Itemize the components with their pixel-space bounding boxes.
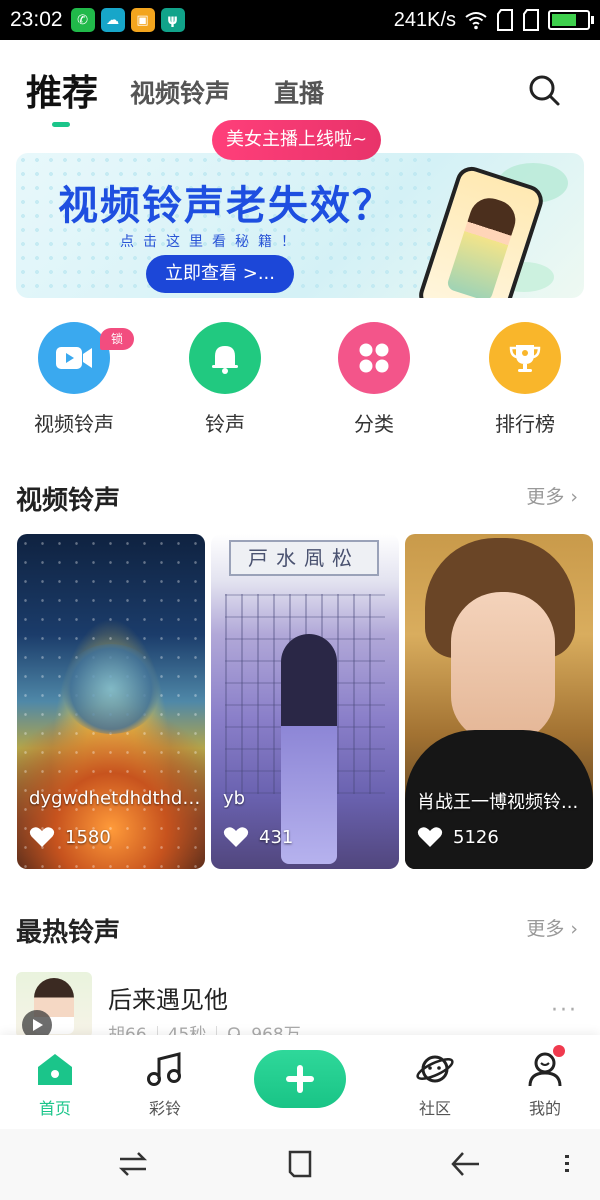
video-section-more-link[interactable]: 更多 › xyxy=(526,482,578,509)
video-card[interactable]: 戸水凮松 yb 431 xyxy=(211,534,399,869)
song-name: 后来遇见他 xyxy=(108,986,228,1014)
category-row: 视频铃声 锁屏壁纸 铃声 分类 排行榜 xyxy=(0,322,600,452)
wechat-icon: ✆ xyxy=(70,8,95,32)
video-card-title: 肖战王一博视频铃... xyxy=(417,792,579,813)
bottom-nav: 首页 彩铃 社区 我的 xyxy=(0,1035,600,1129)
banner-cta-button[interactable]: 立即查看 >... xyxy=(146,255,294,293)
song-row[interactable]: 后来遇见他 胡66 45秒 968万 ··· xyxy=(16,972,584,1045)
network-speed: 241K/s xyxy=(393,8,456,31)
category-label: 排行榜 xyxy=(495,412,555,436)
cloud-icon: ☁ xyxy=(100,8,125,32)
photo-icon: ▣ xyxy=(130,8,155,32)
battery-icon xyxy=(548,10,594,30)
video-card-title: yb xyxy=(223,788,246,809)
menu-dots-icon[interactable] xyxy=(550,1147,584,1181)
create-button[interactable] xyxy=(254,1050,346,1108)
category-ringtone[interactable]: 铃声 xyxy=(165,322,285,437)
nav-item-community[interactable]: 社区 xyxy=(395,1051,475,1119)
nav-item-color-ring[interactable]: 彩铃 xyxy=(125,1051,205,1119)
category-label: 铃声 xyxy=(205,412,245,436)
banner-headline: 视频铃声老失效？ xyxy=(58,183,394,229)
nav-label: 首页 xyxy=(38,1099,71,1118)
category-ranking[interactable]: 排行榜 xyxy=(465,322,585,437)
sim2-icon xyxy=(523,9,539,31)
usb-icon: ψ xyxy=(160,8,185,32)
tab-live[interactable]: 直播 xyxy=(274,74,324,110)
category-badge: 锁屏壁纸 xyxy=(100,328,134,412)
system-nav-bar xyxy=(0,1129,600,1200)
grid-icon xyxy=(338,322,410,394)
trophy-icon xyxy=(489,322,561,394)
video-card-likes: 5126 xyxy=(417,826,499,848)
video-card-title: dygwdhetdhdthdy... xyxy=(29,788,201,809)
like-count: 431 xyxy=(259,826,294,848)
nav-label: 彩铃 xyxy=(148,1099,181,1118)
bell-icon xyxy=(189,322,261,394)
home-icon xyxy=(38,1054,72,1085)
status-bar: 23:02 ✆ ☁ ▣ ψ 241K/s xyxy=(0,0,600,40)
home-square-icon[interactable] xyxy=(283,1147,317,1181)
nav-label: 社区 xyxy=(418,1099,451,1118)
nav-label: 我的 xyxy=(528,1099,561,1118)
live-badge[interactable]: 美女主播上线啦~ xyxy=(212,120,382,160)
switch-icon[interactable] xyxy=(116,1147,150,1181)
like-count: 1580 xyxy=(65,826,111,848)
video-card[interactable]: dygwdhetdhdthdy... 1580 xyxy=(17,534,205,869)
thumbnail-sign-text: 戸水凮松 xyxy=(229,540,379,576)
section-title-video-ringtone: 视频铃声 xyxy=(16,486,121,516)
nav-item-home[interactable]: 首页 xyxy=(15,1051,95,1119)
planet-icon xyxy=(416,1055,454,1083)
heart-icon xyxy=(417,827,443,847)
category-classify[interactable]: 分类 xyxy=(314,322,434,437)
back-icon[interactable] xyxy=(449,1147,483,1181)
like-count: 5126 xyxy=(453,826,499,848)
tab-recommend[interactable]: 推荐 xyxy=(26,64,98,116)
search-icon[interactable] xyxy=(526,72,562,108)
video-card-likes: 1580 xyxy=(29,826,111,848)
video-camera-icon xyxy=(38,322,110,394)
wifi-icon xyxy=(465,12,487,30)
notification-dot xyxy=(553,1045,565,1057)
tab-video-ringtone[interactable]: 视频铃声 xyxy=(130,74,230,110)
status-time: 23:02 xyxy=(10,8,63,31)
promo-banner[interactable]: 视频铃声老失效？ 点击这里看秘籍！ 立即查看 >... xyxy=(16,153,584,298)
tab-indicator xyxy=(52,122,70,127)
category-label: 分类 xyxy=(354,412,394,436)
heart-icon xyxy=(29,827,55,847)
category-video-ringtone[interactable]: 视频铃声 锁屏壁纸 xyxy=(14,322,134,437)
heart-icon xyxy=(223,827,249,847)
nav-item-mine[interactable]: 我的 xyxy=(505,1045,585,1119)
video-thumbnail-detail xyxy=(61,644,161,734)
banner-subtitle: 点击这里看秘籍！ xyxy=(120,234,304,250)
video-thumbnail-detail xyxy=(451,592,555,742)
music-note-icon xyxy=(147,1052,181,1086)
section-title-hot-ringtone: 最热铃声 xyxy=(16,918,121,948)
video-card-likes: 431 xyxy=(223,826,293,848)
hot-section-more-link[interactable]: 更多 › xyxy=(526,914,578,941)
more-options-icon[interactable]: ··· xyxy=(551,998,578,1023)
sim1-icon xyxy=(497,9,513,31)
video-card[interactable]: 肖战王一博视频铃... 5126 xyxy=(405,534,593,869)
plus-icon xyxy=(286,1065,314,1093)
